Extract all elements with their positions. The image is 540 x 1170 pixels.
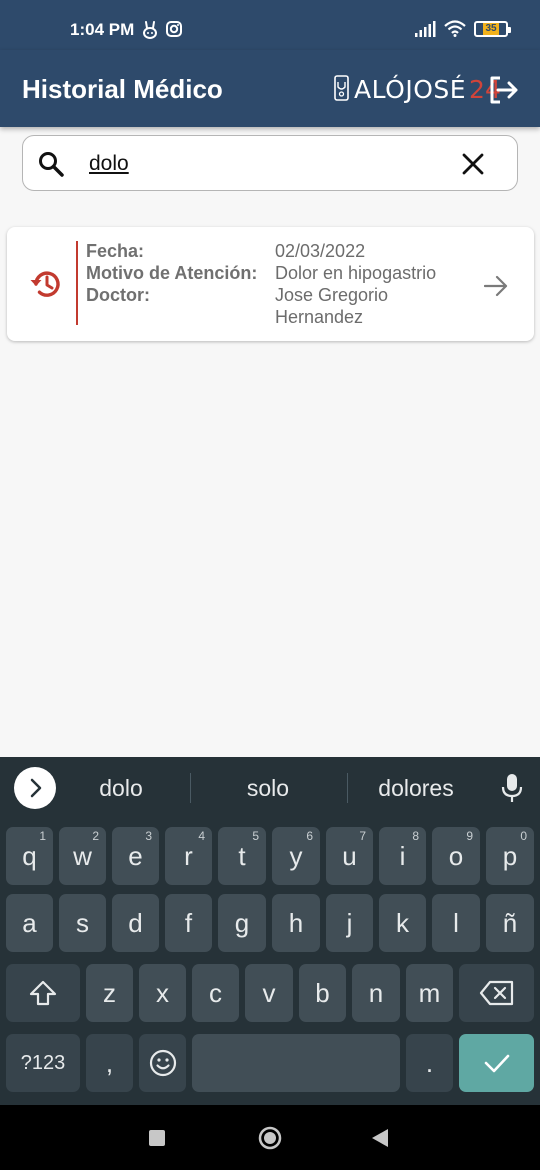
history-icon — [30, 271, 60, 297]
key-u[interactable]: u7 — [326, 827, 373, 885]
reason-label: Motivo de Atención: — [86, 263, 258, 283]
key-c[interactable]: c — [192, 964, 239, 1022]
key-r[interactable]: r4 — [165, 827, 212, 885]
card-divider — [76, 241, 78, 325]
suggestion-2[interactable]: solo — [198, 775, 338, 802]
status-time: 1:04 PM — [70, 20, 135, 39]
key-p[interactable]: p0 — [486, 827, 534, 885]
key-b[interactable]: b — [299, 964, 346, 1022]
emoji-key[interactable] — [139, 1034, 186, 1092]
emoji-icon — [149, 1049, 176, 1077]
status-right-icons: 35 — [414, 20, 511, 37]
logout-icon[interactable] — [488, 75, 520, 105]
app-bar: Historial Médico ALÓJOSÉ 24 — [0, 50, 540, 127]
key-f[interactable]: f — [165, 894, 212, 952]
shift-icon — [29, 980, 57, 1006]
search-input[interactable] — [89, 149, 449, 179]
doctor-label: Doctor: — [86, 285, 150, 305]
arrow-right-icon[interactable] — [484, 275, 508, 297]
suggestion-3[interactable]: dolores — [346, 775, 486, 802]
record-labels: Fecha: Motivo de Atención: Doctor: — [86, 240, 257, 306]
shift-key[interactable] — [6, 964, 80, 1022]
medical-record-card[interactable]: Fecha: Motivo de Atención: Doctor: 02/03… — [7, 227, 534, 341]
battery-level: 35 — [483, 22, 499, 35]
key-t[interactable]: t5 — [218, 827, 266, 885]
period-key[interactable]: . — [406, 1034, 453, 1092]
key-g[interactable]: g — [218, 894, 266, 952]
key-y[interactable]: y6 — [272, 827, 320, 885]
comma-key[interactable]: , — [86, 1034, 133, 1092]
close-icon[interactable] — [461, 152, 485, 176]
suggestion-divider — [190, 773, 191, 803]
record-values: 02/03/2022 Dolor en hipogastrio Jose Gre… — [275, 240, 465, 328]
date-label: Fecha: — [86, 241, 145, 261]
enter-key[interactable] — [459, 1034, 534, 1092]
record-reason: Dolor en hipogastrio — [275, 263, 437, 283]
key-s[interactable]: s — [59, 894, 106, 952]
signal-icon — [415, 20, 436, 37]
key-z[interactable]: z — [86, 964, 133, 1022]
key-h[interactable]: h — [272, 894, 320, 952]
key-q[interactable]: q1 — [6, 827, 53, 885]
space-key[interactable] — [192, 1034, 400, 1092]
home-icon[interactable] — [258, 1126, 282, 1150]
expand-toolbar-button[interactable] — [14, 767, 56, 809]
microphone-icon[interactable] — [500, 773, 524, 803]
chevron-right-icon — [30, 778, 42, 798]
symbols-key[interactable]: ?123 — [6, 1034, 80, 1092]
record-date: 02/03/2022 — [275, 241, 366, 261]
key-i[interactable]: i8 — [379, 827, 426, 885]
key-k[interactable]: k — [379, 894, 426, 952]
backspace-key[interactable] — [459, 964, 534, 1022]
check-icon — [484, 1054, 509, 1073]
instagram-icon — [166, 21, 182, 37]
key-e[interactable]: e3 — [112, 827, 159, 885]
brand-name: ALÓJOSÉ — [354, 74, 467, 104]
back-icon[interactable] — [371, 1128, 389, 1148]
key-l[interactable]: l — [432, 894, 480, 952]
key-j[interactable]: j — [326, 894, 373, 952]
key-m[interactable]: m — [406, 964, 453, 1022]
recent-apps-icon[interactable] — [149, 1130, 165, 1146]
record-doctor: Jose Gregorio Hernandez — [275, 285, 389, 327]
suggestion-bar: dolo solo dolores — [0, 757, 540, 819]
wifi-icon — [444, 20, 466, 37]
key-n[interactable]: n — [352, 964, 400, 1022]
bunny-notification-icon — [143, 21, 157, 39]
key-d[interactable]: d — [112, 894, 159, 952]
key-a[interactable]: a — [6, 894, 53, 952]
search-icon — [39, 152, 64, 177]
suggestion-1[interactable]: dolo — [51, 775, 191, 802]
key-n-tilde[interactable]: ñ — [486, 894, 534, 952]
page-title: Historial Médico — [22, 74, 223, 104]
key-o[interactable]: o9 — [432, 827, 480, 885]
backspace-icon — [479, 980, 513, 1006]
status-bar: 1:04 PM 35 — [0, 0, 540, 50]
search-bar — [22, 135, 518, 191]
key-v[interactable]: v — [245, 964, 293, 1022]
key-x[interactable]: x — [139, 964, 186, 1022]
battery-icon: 35 — [474, 20, 511, 37]
stethoscope-phone-icon — [334, 75, 349, 101]
status-left-icons — [142, 21, 182, 39]
brand-logo: ALÓJOSÉ 24 — [333, 74, 501, 104]
soft-keyboard: dolo solo dolores q1 w2 e3 r4 t5 y6 u7 i… — [0, 757, 540, 1105]
key-w[interactable]: w2 — [59, 827, 106, 885]
system-nav-bar — [0, 1105, 540, 1170]
